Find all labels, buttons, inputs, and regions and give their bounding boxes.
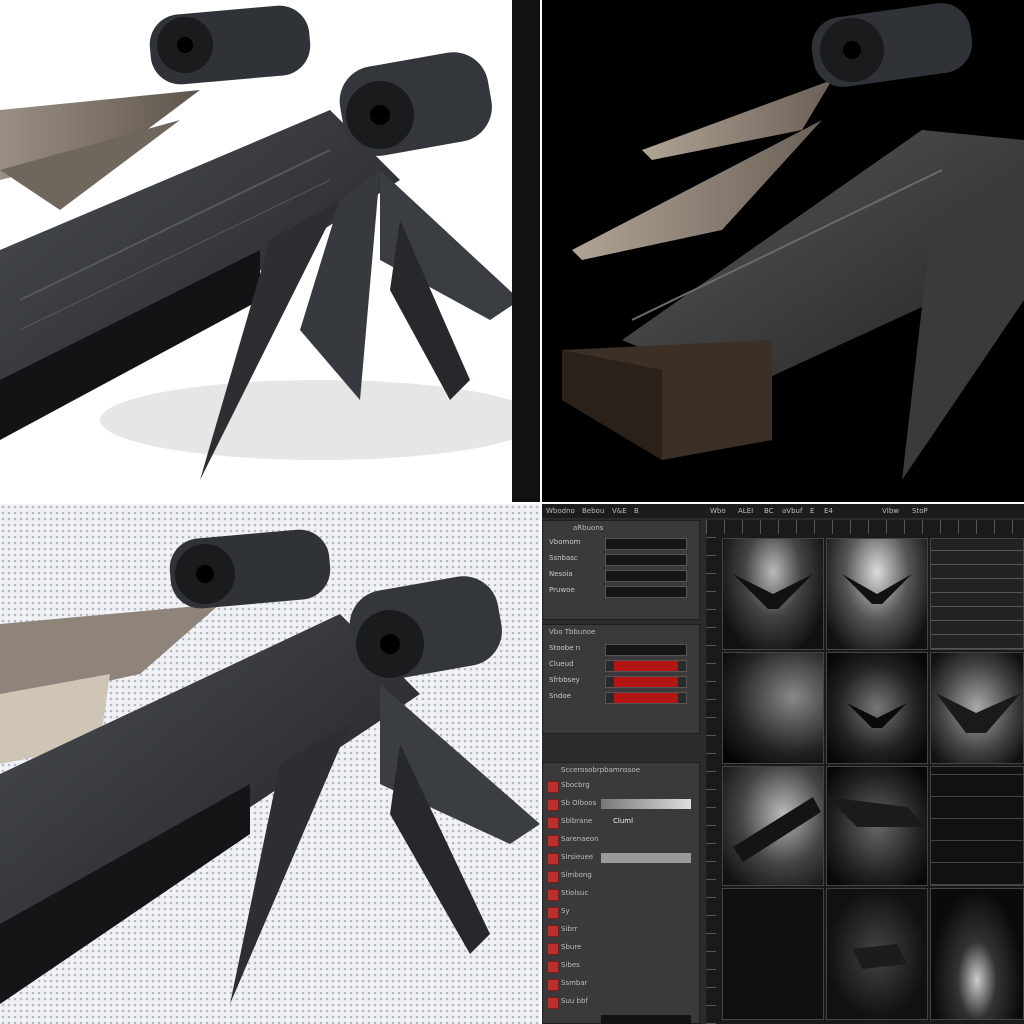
layer-slider[interactable]: [601, 1015, 691, 1024]
layer-label[interactable]: Ssmbar: [561, 979, 588, 987]
ship-silhouette: [852, 944, 907, 969]
thumbnail-grid[interactable]: [930, 766, 1024, 886]
menu-item[interactable]: B: [634, 507, 639, 515]
menu-item[interactable]: ALEI: [738, 507, 753, 515]
thumbnail[interactable]: [826, 766, 928, 886]
render-settings-panel: Vbo Tbbunoe Stoobe n Clueud Sfrbbsey Snd…: [542, 624, 700, 734]
spaceship-illustration: [562, 3, 1024, 480]
software-screenshot: Wbodno Bebou V&E B Wbo ALEI BC aVbuf E E…: [542, 504, 1024, 1024]
panel-title: Vbo Tbbunoe: [549, 628, 596, 636]
layer-label[interactable]: Sbure: [561, 943, 581, 951]
row-label: Sndoe: [549, 692, 571, 700]
layer-label[interactable]: Sbocbrg: [561, 781, 590, 789]
ship-silhouette: [827, 797, 927, 827]
layer-swatch[interactable]: [547, 853, 559, 865]
panel-title: Sccerosobrpbamnssoe: [561, 766, 641, 774]
grid-divider: [0, 502, 1024, 504]
thumbnail[interactable]: [722, 888, 824, 1020]
layer-swatch[interactable]: [547, 943, 559, 955]
thumbnail[interactable]: [722, 652, 824, 764]
menu-item[interactable]: Bebou: [582, 507, 604, 515]
layer-slider[interactable]: [601, 799, 691, 809]
horizontal-ruler: [706, 520, 1024, 534]
properties-panel: aRbuons Vbomom Ssnbasc Nesoia Pruwoe: [542, 520, 700, 620]
ship-silhouette: [847, 703, 907, 728]
vertical-ruler: [706, 520, 716, 1024]
slider-field[interactable]: [605, 660, 687, 672]
layer-swatch[interactable]: [547, 817, 559, 829]
ship-silhouette: [733, 574, 813, 609]
menu-item[interactable]: Wbo: [710, 507, 726, 515]
slider-field[interactable]: [605, 692, 687, 704]
thumbnail[interactable]: [826, 888, 928, 1020]
row-label: Stoobe n: [549, 644, 581, 652]
thumbnail[interactable]: [722, 766, 824, 886]
layer-label[interactable]: Slrsieuee: [561, 853, 593, 861]
row-label: Vbomom: [549, 538, 581, 546]
panel-tab[interactable]: aRbuons: [573, 524, 603, 532]
row-label: Nesoia: [549, 570, 573, 578]
ship-silhouette: [936, 693, 1021, 733]
layer-label[interactable]: Sblbrane: [561, 817, 592, 825]
layer-swatch[interactable]: [547, 835, 559, 847]
spaceship-illustration: [0, 504, 540, 1024]
layer-swatch[interactable]: [547, 907, 559, 919]
render-black-background: [542, 0, 1024, 504]
menu-item[interactable]: V&E: [612, 507, 627, 515]
row-label: Ssnbasc: [549, 554, 578, 562]
thumbnail-wireframe[interactable]: [930, 888, 1024, 1020]
row-label: Clueud: [549, 660, 574, 668]
property-field[interactable]: [605, 586, 687, 598]
thumbnail[interactable]: [722, 538, 824, 650]
layer-swatch[interactable]: [547, 961, 559, 973]
spaceship-illustration: [0, 5, 512, 480]
menu-item[interactable]: E4: [824, 507, 833, 515]
ship-silhouette: [733, 797, 821, 862]
render-white-background: [0, 0, 512, 512]
row-label: Pruwoe: [549, 586, 575, 594]
layer-label[interactable]: Stiolsuc: [561, 889, 588, 897]
layer-swatch[interactable]: [547, 979, 559, 991]
layer-swatch[interactable]: [547, 889, 559, 901]
menu-item[interactable]: BC: [764, 507, 774, 515]
layer-label[interactable]: Slmbong: [561, 871, 592, 879]
slider-field[interactable]: [605, 676, 687, 688]
layer-swatch[interactable]: [547, 925, 559, 937]
layer-swatch[interactable]: [547, 871, 559, 883]
layer-slider[interactable]: [601, 853, 691, 863]
property-field[interactable]: [605, 570, 687, 582]
property-field[interactable]: [605, 554, 687, 566]
grid-divider: [540, 0, 542, 1024]
layer-label[interactable]: Sibes: [561, 961, 580, 969]
property-field[interactable]: [605, 538, 687, 550]
viewport[interactable]: [706, 520, 1024, 1024]
layer-swatch[interactable]: [547, 781, 559, 793]
thumbnail[interactable]: [826, 538, 928, 650]
thumbnail[interactable]: [826, 652, 928, 764]
layers-panel: Sccerosobrpbamnssoe Sbocbrg Sb Olboos Sb…: [542, 762, 700, 1024]
thumbnail[interactable]: [930, 652, 1024, 764]
layer-value: Cluml: [613, 817, 634, 825]
menu-item[interactable]: Wbodno: [546, 507, 575, 515]
layer-label[interactable]: Suu bbf: [561, 997, 588, 1005]
menu-item[interactable]: aVbuf: [782, 507, 802, 515]
menu-item[interactable]: VIbw: [882, 507, 899, 515]
thumbnail-grid[interactable]: [930, 538, 1024, 650]
row-label: Sfrbbsey: [549, 676, 580, 684]
slider-field[interactable]: [605, 644, 687, 656]
layer-label[interactable]: Sibrr: [561, 925, 577, 933]
layer-swatch[interactable]: [547, 997, 559, 1009]
render-halftone-background: [0, 504, 542, 1024]
menu-item[interactable]: StoP: [912, 507, 928, 515]
layer-label[interactable]: Sy: [561, 907, 570, 915]
layer-label[interactable]: Sb Olboos: [561, 799, 596, 807]
menu-bar: Wbodno Bebou V&E B Wbo ALEI BC aVbuf E E…: [542, 504, 1024, 518]
layer-label[interactable]: Sarenaeon: [561, 835, 599, 843]
image-grid: Wbodno Bebou V&E B Wbo ALEI BC aVbuf E E…: [0, 0, 1024, 1024]
menu-item[interactable]: E: [810, 507, 814, 515]
ship-silhouette: [842, 574, 912, 604]
layer-swatch[interactable]: [547, 799, 559, 811]
